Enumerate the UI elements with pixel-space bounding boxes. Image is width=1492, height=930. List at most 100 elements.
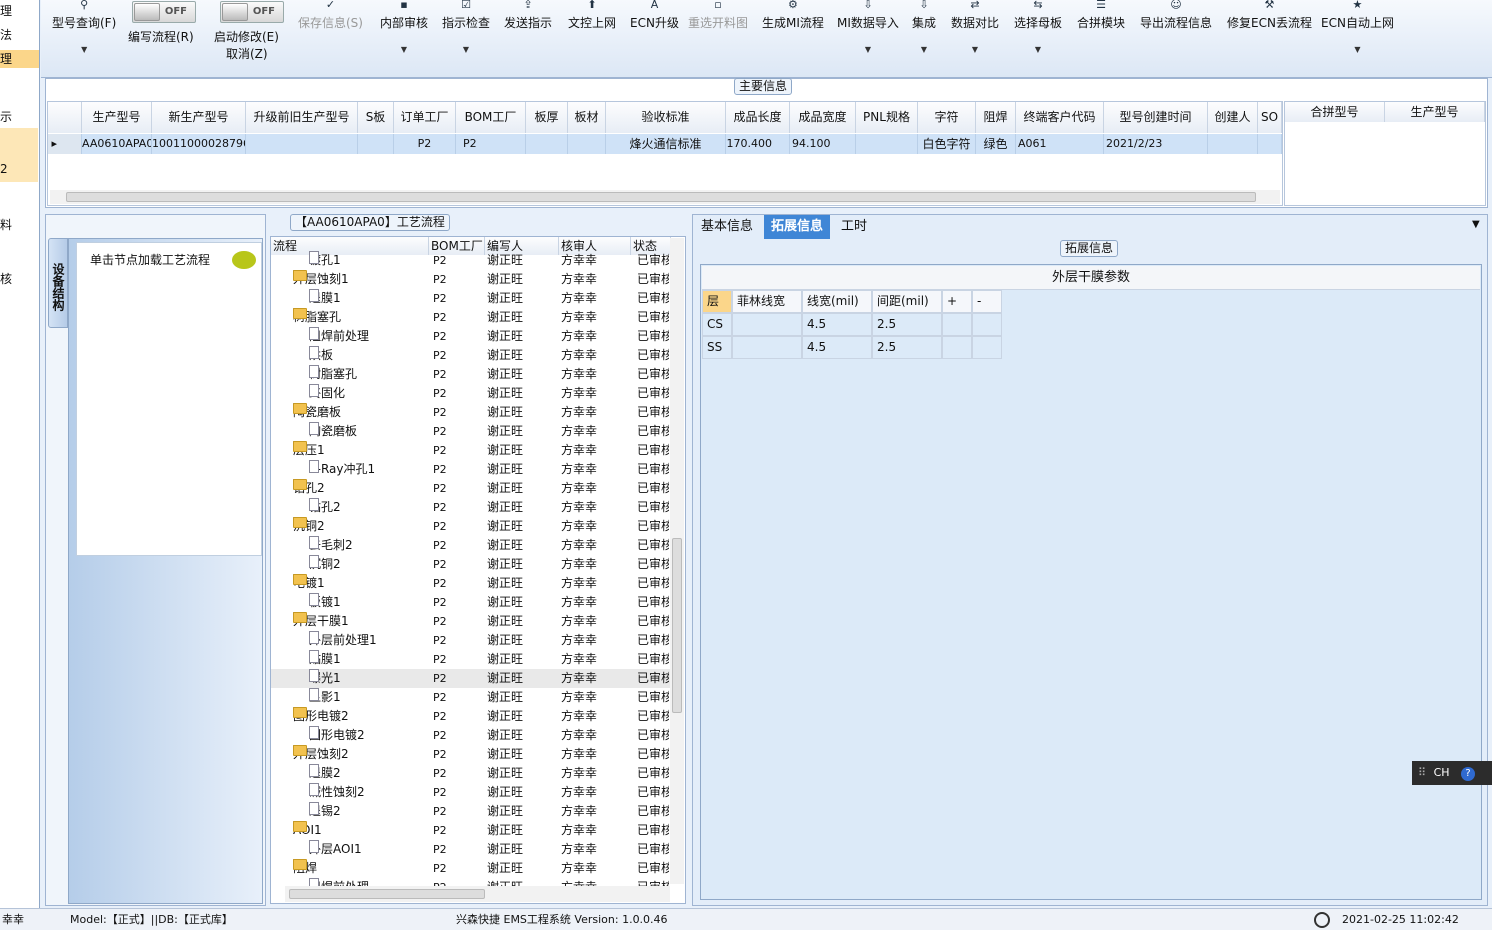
internal-review-button[interactable]: ▪ 内部审核 ▼ bbox=[380, 0, 428, 54]
help-icon[interactable]: ? bbox=[1461, 767, 1476, 781]
column-header[interactable]: 字符 bbox=[918, 102, 976, 133]
table-cell[interactable]: 10011000028796 bbox=[152, 134, 246, 154]
tree-row[interactable]: 板镀1P2谢正旺方幸幸已审核 bbox=[271, 593, 671, 612]
column-header[interactable]: 阻焊 bbox=[976, 102, 1016, 133]
param-layer-cell[interactable]: SS bbox=[702, 336, 732, 359]
tree-row[interactable]: 退膜2P2谢正旺方幸幸已审核 bbox=[271, 764, 671, 783]
tree-row[interactable]: 烘板P2谢正旺方幸幸已审核 bbox=[271, 346, 671, 365]
load-flow-hint-panel[interactable]: 单击节点加载工艺流程 bbox=[76, 242, 262, 556]
horizontal-scrollbar[interactable] bbox=[50, 190, 1280, 204]
param-cell[interactable] bbox=[972, 313, 1002, 336]
table-cell[interactable]: 94.100 bbox=[790, 134, 856, 154]
upload-doc-button[interactable]: ⬆ 文控上网 bbox=[568, 0, 616, 31]
ecn-auto-upload-button[interactable]: ★ ECN自动上网 ▼ bbox=[1321, 0, 1394, 54]
tree-row[interactable]: 碱性蚀刻2P2谢正旺方幸幸已审核 bbox=[271, 783, 671, 802]
column-header[interactable]: 终端客户代码 bbox=[1016, 102, 1104, 133]
column-header[interactable]: SO bbox=[1258, 102, 1282, 133]
tree-row[interactable]: 外层AOI1P2谢正旺方幸幸已审核 bbox=[271, 840, 671, 859]
tree-row[interactable]: 退锡2P2谢正旺方幸幸已审核 bbox=[271, 802, 671, 821]
tree-row[interactable]: 退膜1P2谢正旺方幸幸已审核 bbox=[271, 289, 671, 308]
nav-item-7[interactable]: 核 bbox=[0, 270, 39, 288]
table-cell[interactable] bbox=[1258, 134, 1282, 154]
param-cell[interactable] bbox=[942, 313, 972, 336]
tree-row[interactable]: −陶瓷磨板P2谢正旺方幸幸已审核 bbox=[271, 403, 671, 422]
nav-item-4[interactable]: 示 bbox=[0, 108, 39, 126]
row-selector[interactable]: ▸ bbox=[48, 134, 82, 154]
column-header[interactable]: PNL规格 bbox=[856, 102, 918, 133]
tree-row[interactable]: 贴膜1P2谢正旺方幸幸已审核 bbox=[271, 650, 671, 669]
tree-row[interactable]: −外层蚀刻2P2谢正旺方幸幸已审核 bbox=[271, 745, 671, 764]
param-cell[interactable]: 2.5 bbox=[872, 336, 942, 359]
table-cell[interactable]: 2021/2/23 bbox=[1104, 134, 1208, 154]
table-cell[interactable] bbox=[568, 134, 606, 154]
tree-row[interactable]: 终固化P2谢正旺方幸幸已审核 bbox=[271, 384, 671, 403]
tree-row[interactable]: −AOI1P2谢正旺方幸幸已审核 bbox=[271, 821, 671, 840]
column-header[interactable]: 板厚 bbox=[526, 102, 568, 133]
send-instruction-button[interactable]: ⇪ 发送指示 bbox=[504, 0, 552, 31]
nav-item-1[interactable]: 理 bbox=[0, 2, 39, 20]
tab-work-hours[interactable]: 工时 bbox=[834, 215, 874, 239]
param-cell[interactable] bbox=[732, 313, 802, 336]
column-header[interactable]: 板材 bbox=[568, 102, 606, 133]
tree-row[interactable]: 曝光1P2谢正旺方幸幸已审核 bbox=[271, 669, 671, 688]
column-header[interactable]: 生产型号 bbox=[82, 102, 152, 133]
tree-row[interactable]: −树脂塞孔P2谢正旺方幸幸已审核 bbox=[271, 308, 671, 327]
chevron-down-icon[interactable]: ▼ bbox=[1472, 219, 1480, 230]
column-header[interactable]: 升级前旧生产型号 bbox=[246, 102, 358, 133]
tree-row[interactable]: 钻孔2P2谢正旺方幸幸已审核 bbox=[271, 498, 671, 517]
table-cell[interactable]: AA0610APA0 bbox=[82, 134, 152, 154]
mi-import-button[interactable]: ⇩ MI数据导入 ▼ bbox=[837, 0, 899, 54]
tree-row[interactable]: −外层干膜1P2谢正旺方幸幸已审核 bbox=[271, 612, 671, 631]
tree-row[interactable]: −阻焊P2谢正旺方幸幸已审核 bbox=[271, 859, 671, 878]
table-cell[interactable]: A061 bbox=[1016, 134, 1104, 154]
table-cell[interactable] bbox=[1208, 134, 1258, 154]
cancel-button[interactable]: 取消(Z) bbox=[226, 45, 268, 62]
column-header[interactable]: 型号创建时间 bbox=[1104, 102, 1208, 133]
param-cell[interactable] bbox=[732, 336, 802, 359]
table-cell[interactable]: 烽火通信标准 bbox=[606, 134, 726, 154]
ime-language[interactable]: CH bbox=[1434, 766, 1450, 779]
tree-row[interactable]: 陶瓷磨板P2谢正旺方幸幸已审核 bbox=[271, 422, 671, 441]
nav-item-3[interactable]: 理 bbox=[0, 50, 39, 68]
tree-row[interactable]: −层压1P2谢正旺方幸幸已审核 bbox=[271, 441, 671, 460]
column-header[interactable]: S板 bbox=[358, 102, 394, 133]
tree-row[interactable]: −图形电镀2P2谢正旺方幸幸已审核 bbox=[271, 707, 671, 726]
table-cell[interactable]: P2 bbox=[456, 134, 526, 154]
table-cell[interactable] bbox=[358, 134, 394, 154]
save-info-button[interactable]: ✓ 保存信息(S) bbox=[298, 0, 363, 31]
table-cell[interactable] bbox=[246, 134, 358, 154]
data-compare-button[interactable]: ⇄ 数据对比 ▼ bbox=[951, 0, 999, 54]
table-cell[interactable]: 白色字符 bbox=[918, 134, 976, 154]
param-column-header[interactable]: - bbox=[972, 290, 1002, 313]
tree-row[interactable]: 沉铜2P2谢正旺方幸幸已审核 bbox=[271, 555, 671, 574]
table-cell[interactable]: 绿色 bbox=[976, 134, 1016, 154]
column-header[interactable]: 订单工厂 bbox=[394, 102, 456, 133]
table-cell[interactable]: P2 bbox=[394, 134, 456, 154]
repair-ecn-button[interactable]: ⚒ 修复ECN丢流程 bbox=[1227, 0, 1312, 31]
ecn-upgrade-button[interactable]: A ECN升级 bbox=[630, 0, 679, 31]
column-header[interactable]: 生产型号 bbox=[1385, 102, 1485, 122]
param-column-header[interactable]: + bbox=[942, 290, 972, 313]
nav-item-5[interactable]: 2 bbox=[0, 160, 39, 178]
tab-basic-info[interactable]: 基本信息 bbox=[694, 215, 760, 239]
grid-corner[interactable] bbox=[48, 102, 82, 133]
model-query-button[interactable]: ⚲ 型号查询(F) ▼ bbox=[52, 0, 116, 54]
column-header[interactable]: 验收标准 bbox=[606, 102, 726, 133]
tree-horizontal-scrollbar[interactable] bbox=[285, 886, 670, 902]
column-header[interactable]: 合拼型号 bbox=[1285, 102, 1385, 122]
tree-row[interactable]: 镀孔1P2谢正旺方幸幸已审核 bbox=[271, 251, 671, 270]
write-flow-toggle[interactable]: OFF bbox=[132, 1, 196, 23]
param-column-header[interactable]: 线宽(mil) bbox=[802, 290, 872, 313]
integrate-button[interactable]: ⇩ 集成 ▼ bbox=[912, 0, 936, 54]
tree-row[interactable]: 阻焊前处理P2谢正旺方幸幸已审核 bbox=[271, 327, 671, 346]
param-cell[interactable]: 2.5 bbox=[872, 313, 942, 336]
export-flow-button[interactable]: ☺ 导出流程信息 bbox=[1140, 0, 1212, 31]
tree-row[interactable]: 显影1P2谢正旺方幸幸已审核 bbox=[271, 688, 671, 707]
select-master-button[interactable]: ⇆ 选择母板 ▼ bbox=[1014, 0, 1062, 54]
tree-row[interactable]: X-Ray冲孔1P2谢正旺方幸幸已审核 bbox=[271, 460, 671, 479]
param-cell[interactable] bbox=[972, 336, 1002, 359]
column-header[interactable]: 新生产型号 bbox=[152, 102, 246, 133]
ime-toolbar[interactable]: ⠿ CH ? bbox=[1412, 761, 1492, 785]
column-header[interactable]: 成品宽度 bbox=[790, 102, 856, 133]
device-structure-tab[interactable]: 设备结构 bbox=[48, 238, 68, 328]
